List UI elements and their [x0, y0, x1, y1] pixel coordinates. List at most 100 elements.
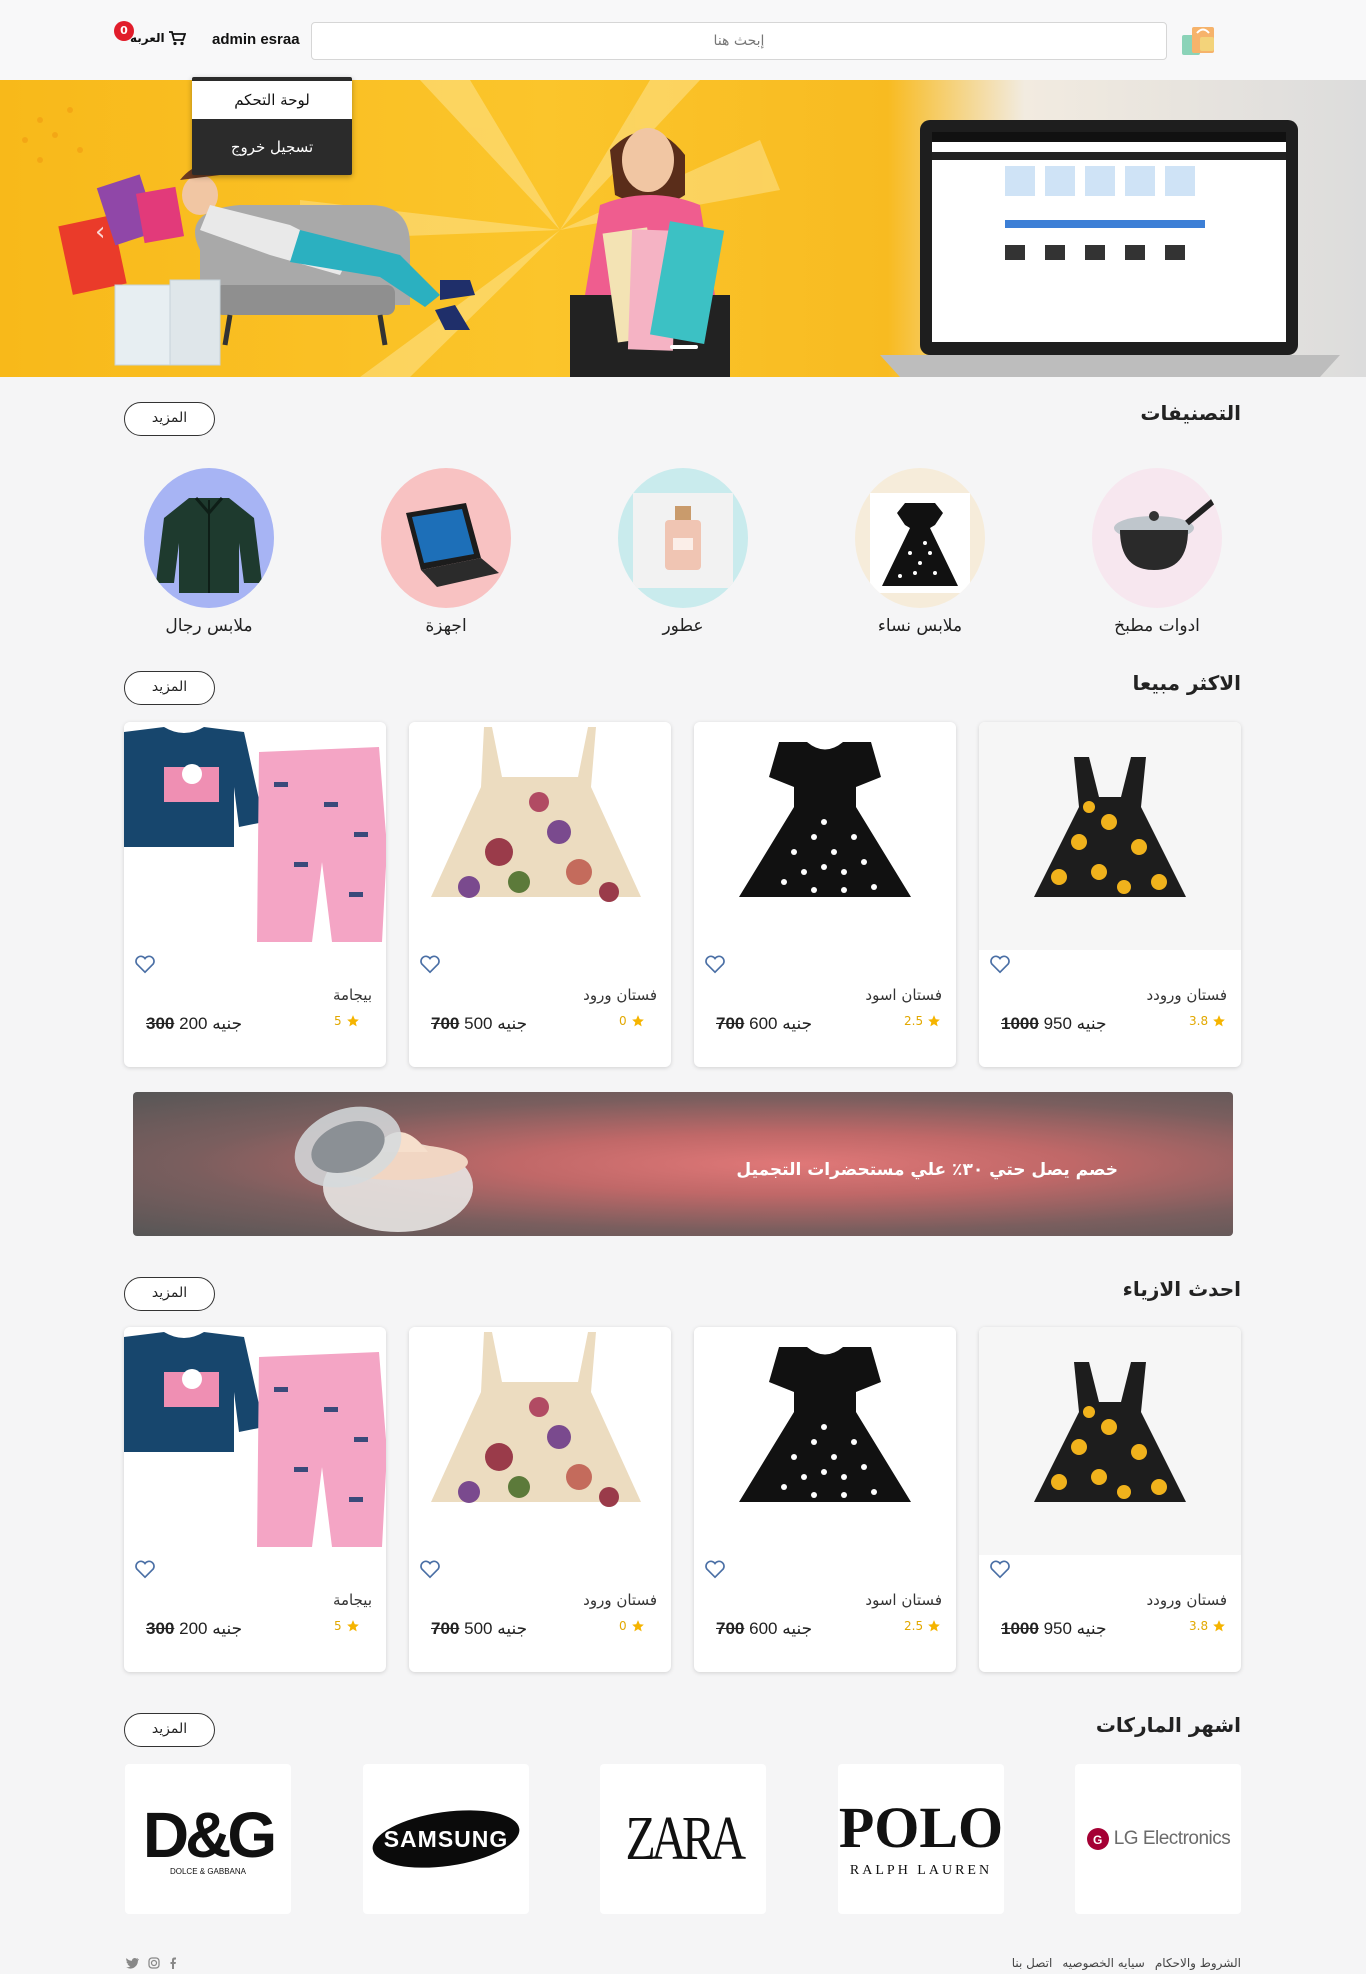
brand-subtitle: DOLCE & GABBANA — [169, 1866, 247, 1876]
product-card[interactable]: فستان ورودد 3.8 جنيه 950 1000 — [979, 1327, 1241, 1672]
category-perfumes[interactable]: عطور — [618, 468, 748, 636]
heart-icon[interactable] — [419, 954, 441, 974]
currency: جنيه — [497, 1014, 528, 1033]
product-price: جنيه 950 1000 — [999, 1619, 1107, 1639]
old-price: 300 — [146, 1619, 175, 1638]
product-card[interactable]: فستان اسود 2.5 جنيه 600 700 — [694, 1327, 956, 1672]
category-image — [1092, 468, 1222, 608]
user-name-link[interactable]: admin esraa — [212, 31, 300, 48]
perfume-icon — [633, 493, 733, 588]
product-rating: 3.8 — [1189, 1014, 1226, 1028]
currency: جنيه — [1076, 1014, 1107, 1033]
brand-zara[interactable]: ZARA — [600, 1764, 766, 1914]
categories-more-button[interactable]: المزيد — [124, 402, 215, 436]
product-rating: 2.5 — [904, 1014, 941, 1028]
heart-icon[interactable] — [704, 954, 726, 974]
category-label: ملابس نساء — [877, 616, 963, 636]
category-kitchen-tools[interactable]: ادوات مطبخ — [1092, 468, 1222, 636]
categories-title: التصنيفات — [1140, 401, 1241, 425]
pajama-image — [124, 1327, 386, 1555]
product-card[interactable]: فستان اسود 2.5 جنيه 600 700 — [694, 722, 956, 1067]
brand-name: POLO — [838, 1795, 1004, 1860]
brand-lg[interactable]: G LG Electronics — [1075, 1764, 1241, 1914]
sunflower-dress-image — [979, 1327, 1241, 1555]
laptop-icon — [406, 503, 499, 587]
latest-fashion-more-button[interactable]: المزيد — [124, 1277, 215, 1311]
currency: جنيه — [212, 1619, 243, 1638]
star-icon — [928, 1015, 940, 1027]
svg-text:G: G — [1093, 1833, 1102, 1847]
heart-icon[interactable] — [989, 1559, 1011, 1579]
brand-name: LG Electronics — [1113, 1828, 1231, 1849]
product-rating: 2.5 — [904, 1619, 941, 1633]
brand-name: D&G — [142, 1798, 277, 1871]
heart-icon[interactable] — [989, 954, 1011, 974]
instagram-icon[interactable] — [148, 1957, 160, 1969]
black-dress-image — [694, 722, 956, 950]
old-price: 700 — [431, 1014, 460, 1033]
product-rating: 3.8 — [1189, 1619, 1226, 1633]
old-price: 700 — [431, 1619, 460, 1638]
cosmetic-jar-image — [294, 1106, 473, 1232]
floral-dress-image — [409, 1327, 671, 1555]
facebook-icon[interactable] — [169, 1957, 177, 1969]
brands-more-button[interactable]: المزيد — [124, 1713, 215, 1747]
new-price: 500 — [464, 1619, 493, 1638]
rating-value: 5 — [334, 1014, 342, 1028]
heart-icon[interactable] — [419, 1559, 441, 1579]
new-price: 950 — [1043, 1619, 1072, 1638]
product-card[interactable]: فستان ورودد 3.8 جنيه 950 1000 — [979, 722, 1241, 1067]
brand-dg[interactable]: D&G DOLCE & GABBANA — [125, 1764, 291, 1914]
star-icon — [1213, 1015, 1225, 1027]
new-price: 950 — [1043, 1014, 1072, 1033]
product-price: جنيه 500 700 — [429, 1619, 527, 1639]
dashboard-menu-item[interactable]: لوحة التحكم — [192, 81, 352, 119]
currency: جنيه — [782, 1619, 813, 1638]
brand-name: SAMSUNG — [383, 1825, 509, 1852]
privacy-link[interactable]: سيايه الخصوصيه — [1062, 1956, 1145, 1970]
product-name: فستان ورود — [583, 1591, 657, 1609]
category-image — [855, 468, 985, 608]
contact-link[interactable]: اتصل بنا — [1012, 1956, 1053, 1970]
search-input[interactable] — [311, 22, 1167, 60]
shopping-bags-logo-icon[interactable] — [1178, 23, 1220, 57]
old-price: 1000 — [1001, 1619, 1039, 1638]
product-name: فستان ورودد — [1146, 986, 1227, 1004]
new-price: 600 — [749, 1014, 778, 1033]
product-card[interactable]: بيجامة 5 جنيه 200 300 — [124, 722, 386, 1067]
logout-menu-item[interactable]: تسجيل خروج — [192, 127, 352, 168]
user-dropdown-menu: لوحة التحكم تسجيل خروج — [192, 77, 352, 175]
best-sellers-more-button[interactable]: المزيد — [124, 671, 215, 705]
cart-count-badge: 0 — [114, 21, 134, 41]
product-card[interactable]: فستان ورود 0 جنيه 500 700 — [409, 722, 671, 1067]
product-card[interactable]: بيجامة 5 جنيه 200 300 — [124, 1327, 386, 1672]
category-label: ادوات مطبخ — [1114, 616, 1200, 636]
rating-value: 2.5 — [904, 1014, 924, 1028]
cosmetics-promo-banner[interactable]: خصم يصل حتي ٣٠٪ علي مستحضرات التجميل — [133, 1092, 1233, 1236]
rating-value: 0 — [619, 1619, 627, 1633]
product-rating: 5 — [334, 1014, 360, 1028]
old-price: 700 — [716, 1014, 745, 1033]
product-card[interactable]: فستان ورود 0 جنيه 500 700 — [409, 1327, 671, 1672]
new-price: 200 — [179, 1619, 208, 1638]
footer-links: الشروط والاحكام سيايه الخصوصيه اتصل بنا — [1012, 1956, 1241, 1970]
currency: جنيه — [497, 1619, 528, 1638]
brand-polo[interactable]: POLO RALPH LAUREN — [838, 1764, 1004, 1914]
heart-icon[interactable] — [134, 954, 156, 974]
product-price: جنيه 200 300 — [144, 1619, 242, 1639]
pot-icon — [1114, 495, 1219, 570]
heart-icon[interactable] — [704, 1559, 726, 1579]
rating-value: 3.8 — [1189, 1014, 1209, 1028]
category-devices[interactable]: اجهزة — [381, 468, 511, 636]
product-price: جنيه 950 1000 — [999, 1014, 1107, 1034]
cart-link[interactable]: العربه — [130, 30, 186, 46]
brand-samsung[interactable]: SAMSUNG — [363, 1764, 529, 1914]
twitter-icon[interactable] — [126, 1957, 139, 1969]
category-women-clothes[interactable]: ملابس نساء — [855, 468, 985, 636]
svg-text:‹: ‹ — [95, 217, 105, 247]
category-men-clothes[interactable]: ملابس رجال — [144, 468, 274, 636]
terms-link[interactable]: الشروط والاحكام — [1155, 1956, 1241, 1970]
heart-icon[interactable] — [134, 1559, 156, 1579]
product-price: جنيه 600 700 — [714, 1619, 812, 1639]
product-name: فستان اسود — [865, 986, 942, 1004]
